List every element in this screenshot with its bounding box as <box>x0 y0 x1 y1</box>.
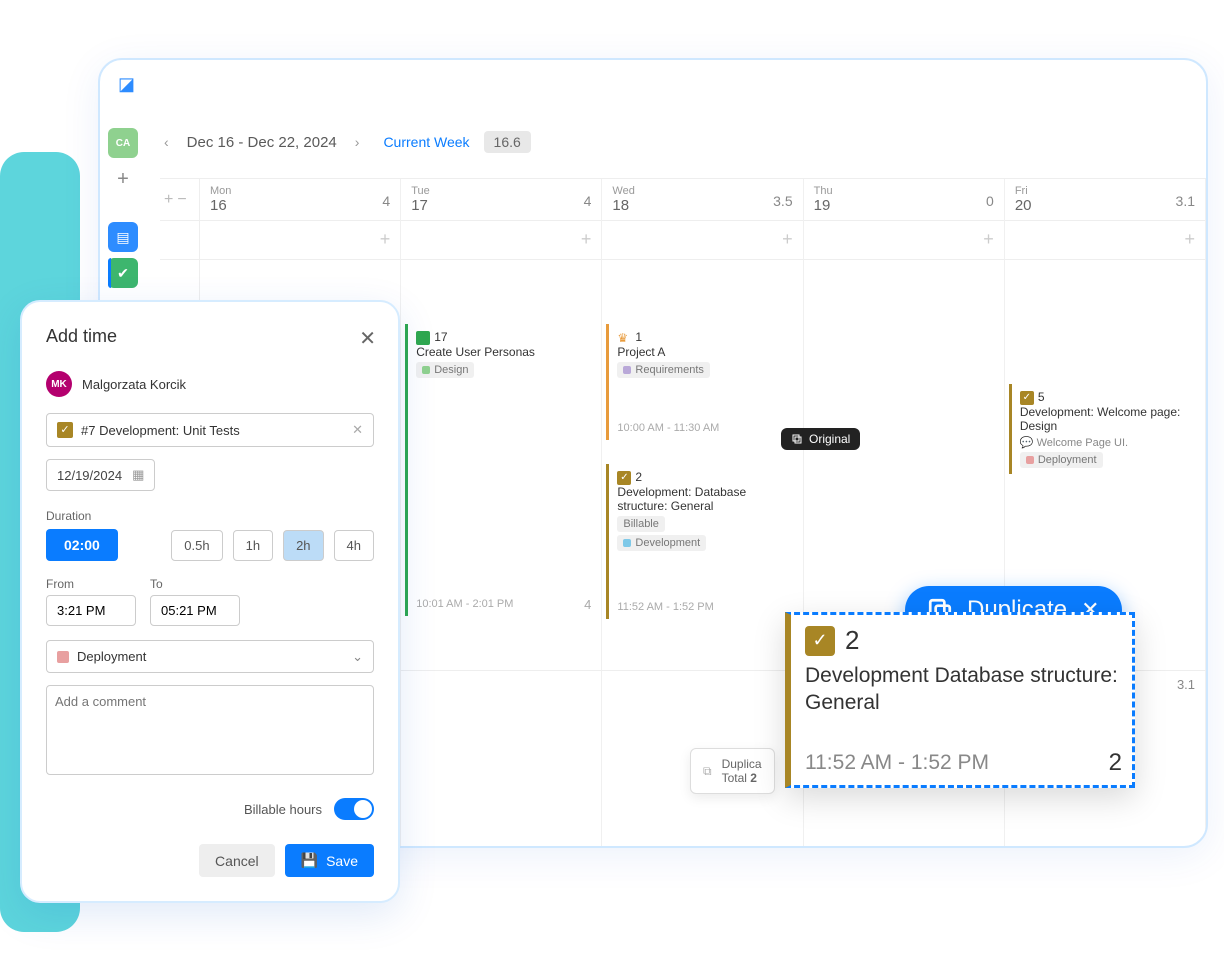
check-icon: ✓ <box>617 471 631 485</box>
preset-0.5h[interactable]: 0.5h <box>171 530 222 561</box>
add-time-modal: Add time ✕ MK Malgorzata Korcik ✓ #7 Dev… <box>20 300 400 903</box>
col-tue: 17 Create User Personas Design 10:01 AM … <box>401 260 602 846</box>
entry-tag: Development <box>617 535 706 551</box>
entry-time: 10:01 AM - 2:01 PM <box>416 598 589 610</box>
copy-icon: ⧉ <box>703 764 712 779</box>
reports-icon[interactable]: ▤ <box>108 222 138 252</box>
from-input[interactable] <box>46 595 136 626</box>
day-headers: + − Mon 16 4 Tue 17 4 Wed 18 3.5 Thu 19 … <box>160 178 1206 221</box>
add-entry-row: + + + + + <box>160 220 1206 260</box>
day-header-thu[interactable]: Thu 19 0 <box>804 179 1005 220</box>
save-icon: 💾 <box>301 852 318 869</box>
modal-title: Add time <box>46 326 374 347</box>
clear-task-button[interactable]: ✕ <box>352 422 363 438</box>
day-header-fri[interactable]: Fri 20 3.1 <box>1005 179 1206 220</box>
duplicate-count: 2 <box>1109 749 1122 777</box>
user-row: MK Malgorzata Korcik <box>46 371 374 397</box>
check-icon: ✓ <box>1020 391 1034 405</box>
entry-tag: Design <box>416 362 474 378</box>
day-header-mon[interactable]: Mon 16 4 <box>200 179 401 220</box>
date-input[interactable]: 12/19/2024 ▦ <box>46 459 155 491</box>
check-icon: ✓ <box>57 422 73 438</box>
user-name: Malgorzata Korcik <box>82 377 186 392</box>
add-entry-mon[interactable]: + <box>200 220 401 260</box>
expand-collapse: + − <box>160 179 200 220</box>
entry-title: Development: Welcome page: Design <box>1020 405 1193 433</box>
duration-value[interactable]: 02:00 <box>46 529 118 561</box>
prev-week-button[interactable]: ‹ <box>160 130 173 154</box>
workspace-avatar[interactable]: CA <box>108 128 138 158</box>
add-entry-thu[interactable]: + <box>804 220 1005 260</box>
duplicate-drag-card[interactable]: Duplicate ✕ ✓ 2 Development Database str… <box>785 612 1135 788</box>
duplicate-number: ✓ 2 <box>805 625 859 656</box>
entry-title: Project A <box>617 345 790 359</box>
from-label: From <box>46 577 136 591</box>
left-rail: CA + ▤ ✔ <box>100 122 146 294</box>
duplicate-time: 11:52 AM - 1:52 PM <box>805 751 1118 775</box>
app-logo-icon: ◪ <box>118 74 135 95</box>
billable-tag: Billable <box>617 516 664 532</box>
entry-card[interactable]: ♛1 Project A Requirements 10:00 AM - 11:… <box>606 324 798 440</box>
entry-time: 10:00 AM - 11:30 AM <box>617 422 790 434</box>
category-color-icon <box>57 651 69 663</box>
week-total-badge: 16.6 <box>484 131 531 153</box>
preset-1h[interactable]: 1h <box>233 530 273 561</box>
date-range: Dec 16 - Dec 22, 2024 <box>187 134 337 151</box>
task-icon <box>416 331 430 345</box>
to-input[interactable] <box>150 595 240 626</box>
crown-icon: ♛ <box>617 331 631 345</box>
task-label: #7 Development: Unit Tests <box>81 423 240 438</box>
add-entry-fri[interactable]: + <box>1005 220 1206 260</box>
entry-title: Create User Personas <box>416 345 589 359</box>
close-modal-button[interactable]: ✕ <box>359 326 376 351</box>
entry-title: Development: Database structure: General <box>617 485 790 513</box>
entry-time: 11:52 AM - 1:52 PM <box>617 601 790 613</box>
preset-4h[interactable]: 4h <box>334 530 374 561</box>
entry-card[interactable]: ✓2 Development: Database structure: Gene… <box>606 464 798 619</box>
task-select[interactable]: ✓ #7 Development: Unit Tests ✕ <box>46 413 374 447</box>
entry-card[interactable]: ✓5 Development: Welcome page: Design 💬 W… <box>1009 384 1201 474</box>
copy-icon <box>791 433 803 445</box>
add-entry-tue[interactable]: + <box>401 220 602 260</box>
billable-label: Billable hours <box>244 802 322 817</box>
cancel-button[interactable]: Cancel <box>199 844 275 877</box>
preset-2h[interactable]: 2h <box>283 530 323 561</box>
expand-icon[interactable]: + <box>164 191 173 209</box>
entry-tag: Requirements <box>617 362 709 378</box>
category-select[interactable]: Deployment ⌄ <box>46 640 374 673</box>
check-icon: ✓ <box>805 626 835 656</box>
entry-card[interactable]: 17 Create User Personas Design 10:01 AM … <box>405 324 597 616</box>
duplicate-title: Development Database structure: General <box>805 662 1118 717</box>
user-avatar: MK <box>46 371 72 397</box>
duration-label: Duration <box>46 509 374 523</box>
calendar-icon: ▦ <box>132 467 144 483</box>
day-header-tue[interactable]: Tue 17 4 <box>401 179 602 220</box>
current-week-link[interactable]: Current Week <box>383 134 469 150</box>
original-badge: Original <box>781 428 860 450</box>
chevron-down-icon: ⌄ <box>352 649 363 665</box>
entry-tag: Deployment <box>1020 452 1103 468</box>
to-label: To <box>150 577 240 591</box>
add-entry-wed[interactable]: + <box>602 220 803 260</box>
date-nav: ‹ Dec 16 - Dec 22, 2024 › Current Week 1… <box>160 130 531 154</box>
duplicate-summary-tooltip: ⧉ Duplica Total 2 <box>690 748 775 794</box>
collapse-icon[interactable]: − <box>177 191 186 209</box>
timesheet-icon[interactable]: ✔ <box>108 258 138 288</box>
category-value: Deployment <box>77 649 146 664</box>
add-workspace-button[interactable]: + <box>108 164 138 194</box>
billable-toggle[interactable] <box>334 798 374 820</box>
save-button[interactable]: 💾 Save <box>285 844 374 877</box>
next-week-button[interactable]: › <box>351 130 364 154</box>
comment-input[interactable] <box>46 685 374 775</box>
day-header-wed[interactable]: Wed 18 3.5 <box>602 179 803 220</box>
